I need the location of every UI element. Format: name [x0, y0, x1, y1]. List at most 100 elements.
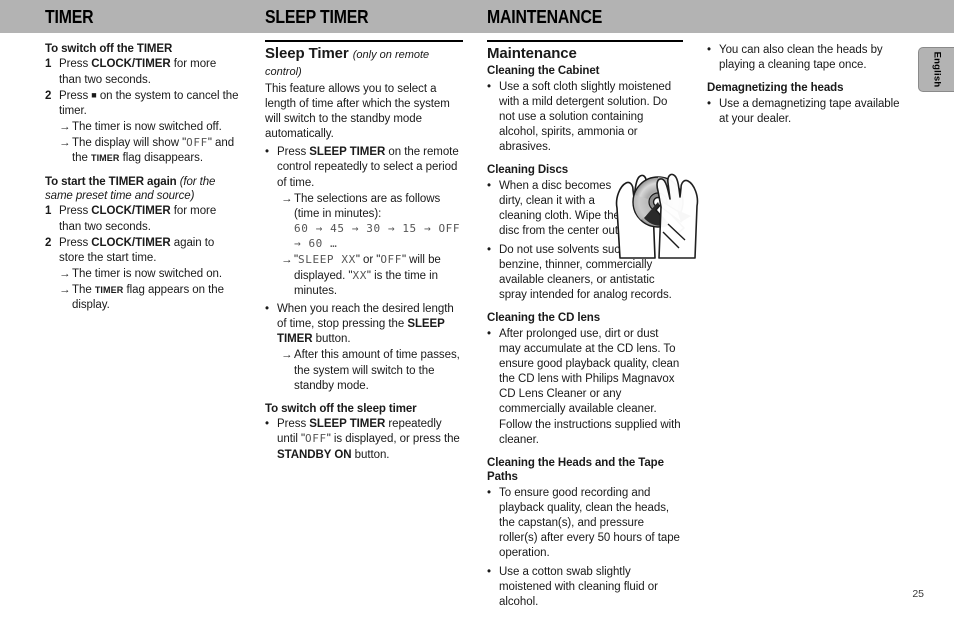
- step-text: Press CLOCK/TIMER for more than two seco…: [59, 57, 241, 87]
- arrow-note: → "SLEEP XX" or "OFF" will be displayed.…: [281, 253, 463, 299]
- step-text-bold: CLOCK/TIMER: [91, 205, 171, 218]
- section-divider-rule: [487, 40, 683, 42]
- list-item-text: Use a soft cloth slightly moistened with…: [499, 80, 672, 154]
- column-maintenance-continued: • You can also clean the heads by playin…: [707, 40, 907, 127]
- column-maintenance: Maintenance Cleaning the Cabinet • Use a…: [487, 40, 683, 610]
- heading-start-timer-bold: TIMER: [108, 175, 144, 188]
- arrow-right-icon: →: [59, 121, 71, 134]
- list-item-text: To ensure good recording and playback qu…: [499, 486, 680, 560]
- step-item: 1 Press CLOCK/TIMER for more than two se…: [45, 204, 241, 234]
- arrow-right-icon: →: [281, 254, 293, 267]
- step-item: 1 Press CLOCK/TIMER for more than two se…: [45, 57, 241, 87]
- step-number: 1: [45, 205, 52, 218]
- heading-start-timer-post: again: [143, 175, 180, 188]
- arrow-note: → The timer is now switched off.: [59, 120, 241, 135]
- arrow-note-text: The timer is now switched on.: [72, 268, 223, 281]
- list-item: • Press SLEEP TIMER on the remote contro…: [265, 145, 463, 191]
- list-item: • After prolonged use, dirt or dust may …: [487, 327, 683, 448]
- language-tab-english[interactable]: English: [918, 47, 954, 92]
- header-title-maintenance: MAINTENANCE: [487, 7, 603, 27]
- arrow-note: → The timer is now switched on.: [59, 267, 241, 282]
- bullet-dot-icon: •: [487, 80, 491, 93]
- section-title-sleep-timer: Sleep Timer (only on remote control): [265, 45, 463, 80]
- page-header-band: [0, 0, 954, 33]
- arrow-note-mid1: " or ": [355, 254, 381, 267]
- list-item-post: button.: [312, 333, 351, 346]
- step-text-bold: CLOCK/TIMER: [91, 236, 171, 249]
- lcd-display-text: OFF: [305, 432, 327, 446]
- step-text-pre: Press: [59, 58, 92, 71]
- step-number: 2: [45, 89, 52, 102]
- section-title-text: Sleep Timer: [265, 45, 349, 62]
- heading-switch-off-timer-pre: To switch off the: [45, 43, 137, 55]
- list-item-bold2: STANDBY ON: [277, 448, 352, 461]
- arrow-note: → After this amount of time passes, the …: [281, 348, 463, 394]
- heading-switch-off-timer: To switch off the TIMER: [45, 42, 241, 56]
- heading-switch-off-sleep-timer: To switch off the sleep timer: [265, 402, 417, 415]
- list-item-pre: Press: [277, 418, 310, 431]
- list-item: • You can also clean the heads by playin…: [707, 43, 907, 73]
- arrow-note-text: The timer is now switched off.: [72, 121, 222, 134]
- bullet-dot-icon: •: [487, 243, 491, 256]
- lcd-display-text: SLEEP XX: [298, 253, 356, 267]
- heading-cleaning-cabinet: Cleaning the Cabinet: [487, 65, 600, 78]
- list-item: • To ensure good recording and playback …: [487, 486, 683, 562]
- column-timer: To switch off the TIMER 1 Press CLOCK/TI…: [45, 40, 241, 314]
- lcd-sequence-text: 60 → 45 → 30 → 15 → OFF → 60 …: [294, 222, 461, 251]
- list-item: • When a disc becomes dirty, clean it wi…: [487, 179, 627, 240]
- arrow-note-post: flag disappears.: [119, 152, 204, 165]
- arrow-right-icon: →: [59, 268, 71, 281]
- step-text-pre: Press: [59, 89, 92, 102]
- list-item-mid2: " is displayed, or press the: [326, 433, 460, 446]
- timer-flag-label: TIMER: [94, 285, 124, 296]
- step-number: 2: [45, 236, 52, 249]
- heading-demagnetizing-heads: Demagnetizing the heads: [707, 82, 844, 95]
- list-item-text: Press SLEEP TIMER on the remote control …: [277, 145, 463, 191]
- sleep-timer-intro: This feature allows you to select a leng…: [265, 82, 450, 141]
- bullet-dot-icon: •: [487, 327, 491, 340]
- arrow-note-pre: The: [72, 284, 95, 297]
- column-sleep-timer: Sleep Timer (only on remote control) Thi…: [265, 40, 463, 463]
- bullet-dot-icon: •: [487, 486, 491, 499]
- section-divider-rule: [265, 40, 463, 42]
- bullet-dot-icon: •: [707, 97, 711, 110]
- bullet-dot-icon: •: [265, 146, 269, 159]
- list-item-text: You can also clean the heads by playing …: [719, 44, 883, 72]
- arrow-note-text: After this amount of time passes, the sy…: [294, 349, 460, 392]
- arrow-right-icon: →: [59, 137, 71, 150]
- language-tab-label: English: [931, 51, 942, 88]
- arrow-note-text: The TIMER flag appears on the display.: [72, 283, 241, 313]
- heading-cleaning-heads-tape-paths: Cleaning the Heads and the Tape Paths: [487, 456, 664, 484]
- list-item-text: Use a cotton swab slightly moistened wit…: [499, 565, 658, 608]
- page-number: 25: [912, 588, 924, 600]
- list-item: • Use a cotton swab slightly moistened w…: [487, 565, 683, 611]
- arrow-right-icon: →: [281, 349, 293, 362]
- arrow-note: → The display will show "OFF" and the TI…: [59, 136, 241, 166]
- list-item-text: When a disc becomes dirty, clean it with…: [499, 179, 622, 238]
- step-item: 2 Press ■ on the system to cancel the ti…: [45, 89, 241, 119]
- cd-cleaning-illustration: [611, 162, 703, 264]
- bullet-dot-icon: •: [487, 179, 491, 192]
- list-item-pre: Press: [277, 146, 310, 159]
- list-item-text: Use a demagnetizing tape available at yo…: [719, 97, 900, 125]
- bullet-dot-icon: •: [265, 418, 269, 431]
- heading-start-timer-again: To start the TIMER again (for the same p…: [45, 175, 241, 204]
- step-number: 1: [45, 58, 52, 71]
- lcd-display-text: XX: [352, 268, 367, 282]
- arrow-note: → The TIMER flag appears on the display.: [59, 283, 241, 313]
- step-text-pre: Press: [59, 236, 92, 249]
- arrow-note-text: The selections are as follows (time in m…: [294, 192, 463, 253]
- arrow-note: → The selections are as follows (time in…: [281, 192, 463, 253]
- list-item: • Press SLEEP TIMER repeatedly until "OF…: [265, 417, 463, 463]
- list-item-bold: SLEEP TIMER: [309, 146, 386, 159]
- bullet-dot-icon: •: [707, 44, 711, 56]
- list-item: • When you reach the desired length of t…: [265, 302, 463, 348]
- bullet-dot-icon: •: [265, 302, 269, 315]
- arrow-right-icon: →: [281, 192, 293, 205]
- heading-start-timer-pre: To start the: [45, 175, 109, 188]
- arrow-note-text: The display will show "OFF" and the TIME…: [72, 136, 241, 166]
- heading-cleaning-cd-lens: Cleaning the CD lens: [487, 312, 601, 325]
- step-text-bold: CLOCK/TIMER: [91, 58, 171, 71]
- list-item-text: After prolonged use, dirt or dust may ac…: [499, 327, 681, 446]
- step-text: Press ■ on the system to cancel the time…: [59, 89, 241, 119]
